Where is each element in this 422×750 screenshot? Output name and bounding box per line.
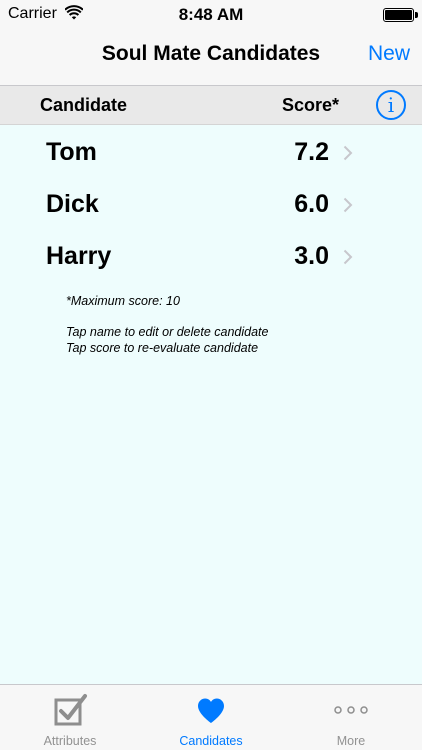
status-bar: Carrier 8:48 AM (0, 0, 422, 30)
battery-icon (383, 8, 418, 22)
info-icon: i (387, 93, 395, 117)
candidate-column-header: Candidate (40, 95, 128, 115)
edit-hint: Tap name to edit or delete candidate (66, 325, 269, 339)
candidate-name[interactable]: Harry (46, 242, 111, 271)
candidate-score[interactable]: 6.0 (294, 190, 329, 219)
chevron-right-icon (343, 249, 353, 265)
column-header: Candidate Score* i (0, 86, 422, 125)
candidate-name[interactable]: Tom (46, 138, 97, 167)
score-column-header: Score* (282, 95, 340, 115)
candidate-row[interactable]: Harry 3.0 (0, 229, 422, 281)
candidate-score[interactable]: 3.0 (294, 242, 329, 271)
chevron-right-icon (343, 145, 353, 161)
more-dots-icon (334, 706, 368, 714)
chevron-right-icon (343, 197, 353, 213)
candidate-row[interactable]: Dick 6.0 (0, 177, 422, 229)
candidate-score[interactable]: 7.2 (294, 138, 329, 167)
heart-icon (198, 698, 224, 723)
candidate-name[interactable]: Dick (46, 190, 99, 219)
tab-label: Attributes (43, 734, 97, 748)
tab-label: More (336, 734, 366, 748)
candidate-list: Tom 7.2 Dick 6.0 Harry 3.0 (0, 125, 422, 281)
tab-more[interactable]: More (281, 685, 421, 750)
clock: 8:48 AM (178, 5, 244, 24)
score-hint: Tap score to re-evaluate candidate (66, 341, 259, 355)
checkbox-icon (54, 694, 87, 726)
navigation-header: Carrier 8:48 AM Soul Mate Candidates New (0, 0, 422, 86)
tab-attributes[interactable]: Attributes (0, 685, 140, 750)
tab-candidates[interactable]: Candidates (141, 685, 281, 750)
max-score-note: *Maximum score: 10 (66, 294, 180, 308)
info-button[interactable]: i (376, 90, 406, 120)
new-candidate-button[interactable]: New (368, 42, 410, 66)
tab-label: Candidates (179, 734, 243, 748)
candidate-row[interactable]: Tom 7.2 (0, 125, 422, 177)
tab-bar: Attributes Candidates More (0, 684, 422, 750)
help-notes: *Maximum score: 10 Tap name to edit or d… (66, 293, 268, 356)
page-title: Soul Mate Candidates (101, 42, 321, 65)
